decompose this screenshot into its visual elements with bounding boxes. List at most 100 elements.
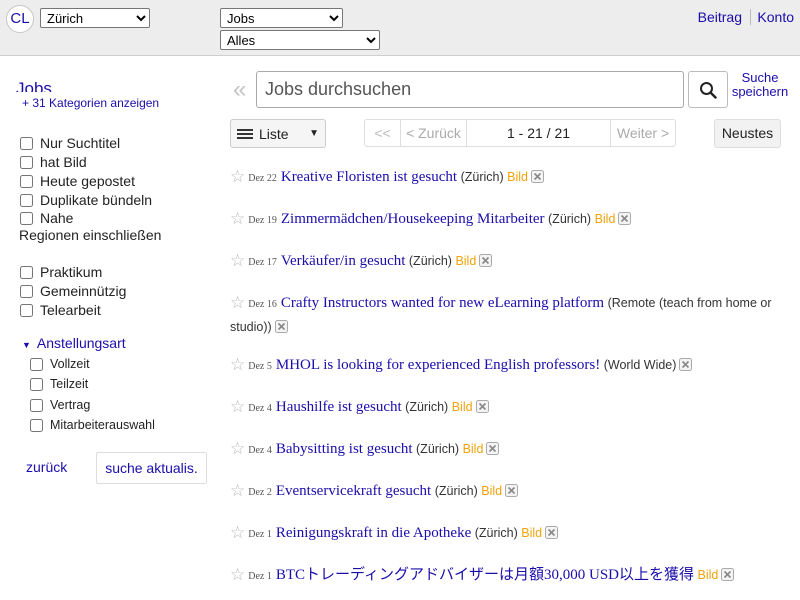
hide-listing-icon[interactable] (720, 567, 735, 589)
filter-label: Heute gepostet (40, 173, 135, 189)
result-title-link[interactable]: Zimmermädchen/Housekeeping Mitarbeiter (281, 211, 545, 227)
filter-posted-today[interactable]: Heute gepostet (19, 172, 135, 190)
filter-telecommute[interactable]: Telearbeit (19, 301, 101, 319)
search-icon (700, 81, 717, 99)
hide-listing-icon[interactable] (617, 211, 632, 233)
hide-listing-icon[interactable] (678, 357, 693, 379)
hide-listing-icon[interactable] (485, 441, 500, 463)
post-link[interactable]: Beitrag (698, 9, 742, 25)
employment-contract[interactable]: Vertrag (29, 396, 90, 414)
star-icon[interactable]: ☆ (230, 481, 245, 500)
employment-parttime-checkbox[interactable] (30, 377, 43, 391)
star-icon[interactable]: ☆ (230, 397, 245, 416)
result-location: (Zürich) (474, 526, 518, 540)
filter-posted-today-checkbox[interactable] (20, 174, 33, 188)
account-link[interactable]: Konto (750, 9, 794, 25)
filter-nearby-checkbox[interactable] (20, 211, 33, 225)
filter-label: Praktikum (40, 264, 103, 280)
result-location: (Zürich) (548, 212, 592, 226)
filter-telecommute-checkbox[interactable] (20, 303, 33, 317)
hide-listing-icon[interactable] (530, 169, 545, 191)
hide-listing-icon[interactable] (504, 483, 519, 505)
result-title-link[interactable]: Crafty Instructors wanted for new eLearn… (281, 295, 604, 311)
filter-has-image[interactable]: hat Bild (19, 153, 87, 171)
filter-title-only-checkbox[interactable] (20, 136, 33, 150)
filter-nearby[interactable]: Nahe (19, 209, 73, 227)
star-icon[interactable]: ☆ (230, 167, 245, 186)
filter-bundle-duplicates[interactable]: Duplikate bündeln (19, 191, 152, 209)
save-search-link[interactable]: Suche speichern (731, 71, 789, 99)
result-title-link[interactable]: BTCトレーディングアドバイザーは月額30,000 USD以上を獲得 (276, 567, 694, 583)
hide-listing-icon[interactable] (478, 253, 493, 275)
result-title-link[interactable]: Haushilfe ist gesucht (276, 399, 402, 415)
employment-fulltime-checkbox[interactable] (30, 357, 43, 371)
employment-employee-choice[interactable]: Mitarbeiterauswahl (29, 416, 155, 434)
star-icon[interactable]: ☆ (230, 251, 245, 270)
update-search-button[interactable]: suche aktualis. (96, 452, 207, 484)
back-link[interactable]: zurück (26, 459, 67, 475)
caret-down-icon: ▼ (309, 128, 319, 139)
result-title-link[interactable]: Kreative Floristen ist gesucht (281, 169, 457, 185)
filter-internship[interactable]: Praktikum (19, 263, 102, 281)
filter-title-only[interactable]: Nur Suchtitel (19, 134, 120, 152)
employment-label: Teilzeit (50, 377, 89, 391)
filter-internship-checkbox[interactable] (20, 265, 33, 279)
result-title-link[interactable]: Reinigungskraft in die Apotheke (276, 525, 471, 541)
result-row: ☆ Dez 1 Reinigungskraft in die Apotheke (Z… (230, 522, 790, 547)
category-select[interactable]: Jobs (220, 8, 343, 28)
sidebar-title[interactable]: Jobs (16, 78, 52, 92)
city-select[interactable]: Zürich (40, 8, 150, 28)
search-input[interactable] (256, 71, 684, 108)
star-icon[interactable]: ☆ (230, 565, 245, 584)
star-icon[interactable]: ☆ (230, 355, 245, 374)
employment-parttime[interactable]: Teilzeit (29, 375, 88, 393)
subcategory-select[interactable]: Alles (220, 30, 380, 50)
employment-label: Mitarbeiterauswahl (50, 418, 155, 432)
result-location: (Zürich) (460, 170, 504, 184)
site-logo[interactable]: CL (6, 5, 34, 33)
filter-bundle-duplicates-checkbox[interactable] (20, 193, 33, 207)
employment-employee-choice-checkbox[interactable] (30, 418, 43, 432)
collapse-sidebar-icon[interactable]: « (233, 78, 246, 102)
hide-listing-icon[interactable] (274, 319, 289, 341)
result-row: ☆ Dez 5 MHOL is looking for experienced En… (230, 354, 790, 379)
employment-fulltime[interactable]: Vollzeit (29, 355, 90, 373)
result-title-link[interactable]: MHOL is looking for experienced English … (276, 357, 600, 373)
result-image-tag: Bild (594, 212, 616, 226)
employment-type-toggle[interactable]: ▼ Anstellungsart (22, 335, 126, 351)
pagination: << < Zurück 1 - 21 / 21 Weiter > (364, 119, 676, 147)
star-icon[interactable]: ☆ (230, 523, 245, 542)
filter-has-image-checkbox[interactable] (20, 155, 33, 169)
filter-label: Duplikate bündeln (40, 192, 153, 208)
prev-page-button[interactable]: < Zurück (401, 120, 467, 146)
filter-label: Nur Suchtitel (40, 135, 121, 151)
result-range: 1 - 21 / 21 (467, 120, 611, 146)
result-location: (Zürich) (408, 254, 452, 268)
result-row: ☆ Dez 2 Eventservicekraft gesucht (Zürich)… (230, 480, 790, 505)
employment-contract-checkbox[interactable] (30, 398, 43, 412)
result-date: Dez 5 (248, 361, 272, 372)
hide-listing-icon[interactable] (475, 399, 490, 421)
result-title-link[interactable]: Eventservicekraft gesucht (276, 483, 431, 499)
result-image-tag: Bild (521, 526, 543, 540)
filter-nonprofit-checkbox[interactable] (20, 284, 33, 298)
employment-label: Vertrag (50, 398, 91, 412)
view-mode-select[interactable]: Liste ▼ (230, 119, 326, 148)
result-title-link[interactable]: Babysitting ist gesucht (276, 441, 413, 457)
filter-nonprofit[interactable]: Gemeinnützig (19, 282, 126, 300)
search-button[interactable] (688, 71, 728, 108)
view-mode-label: Liste (259, 125, 289, 142)
result-image-tag: Bild (455, 254, 477, 268)
result-title-link[interactable]: Verkäufer/in gesucht (281, 253, 406, 269)
first-page-button[interactable]: << (365, 120, 401, 146)
sort-newest-button[interactable]: Neustes (714, 119, 781, 148)
top-bar: CL Zürich Jobs Alles Beitrag Konto (0, 0, 800, 56)
show-categories-link[interactable]: + 31 Kategorien anzeigen (22, 96, 159, 110)
star-icon[interactable]: ☆ (230, 439, 245, 458)
star-icon[interactable]: ☆ (230, 293, 245, 312)
result-date: Dez 22 (248, 173, 277, 184)
sidebar: Jobs + 31 Kategorien anzeigen Nur Suchti… (0, 56, 220, 600)
hide-listing-icon[interactable] (544, 525, 559, 547)
next-page-button[interactable]: Weiter > (611, 120, 675, 146)
star-icon[interactable]: ☆ (230, 209, 245, 228)
